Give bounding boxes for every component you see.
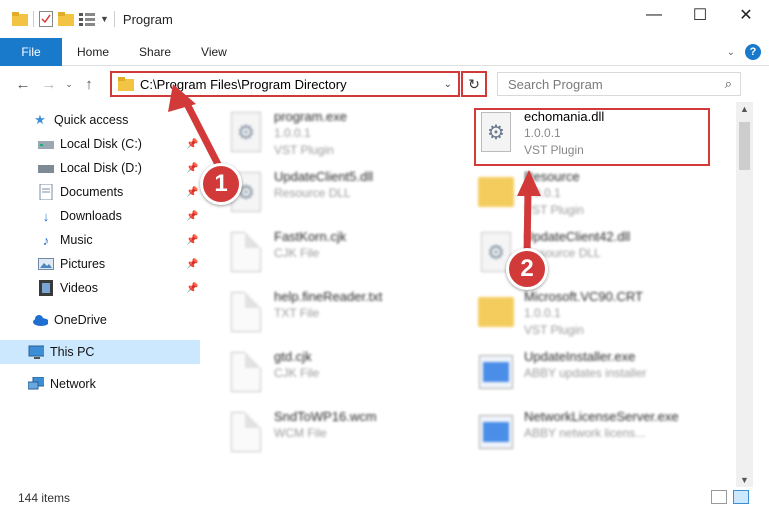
scroll-down-arrow-icon[interactable]: ▼ <box>736 475 753 485</box>
tiles-view-icon[interactable] <box>733 490 749 504</box>
arrow-2-head <box>517 170 541 196</box>
callout-badge-2: 2 <box>506 248 548 290</box>
callout-badge-1: 1 <box>200 163 242 205</box>
scroll-up-arrow-icon[interactable]: ▲ <box>736 104 753 114</box>
details-view-icon[interactable] <box>711 490 727 504</box>
status-bar: 144 items <box>0 487 769 509</box>
vertical-scrollbar[interactable]: ▲ ▼ <box>736 102 753 487</box>
scrollbar-thumb[interactable] <box>739 122 750 170</box>
item-count: 144 items <box>18 491 71 505</box>
callout-arrows <box>168 84 541 260</box>
arrow-2-shaft <box>523 186 532 260</box>
